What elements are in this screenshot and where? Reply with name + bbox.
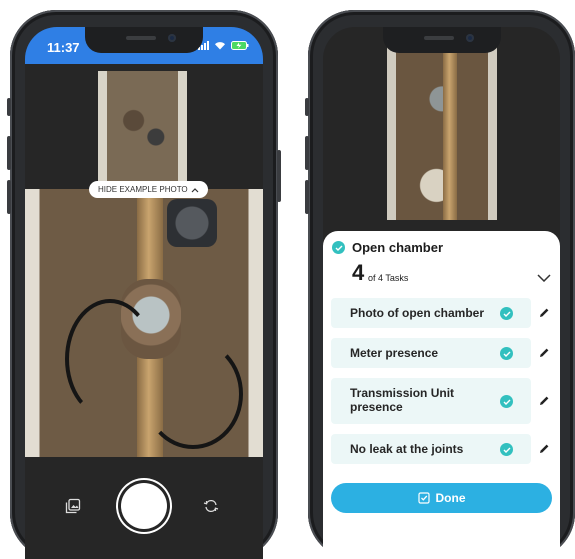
- hide-example-label: HIDE EXAMPLE PHOTO: [98, 185, 188, 194]
- hide-example-photo-button[interactable]: HIDE EXAMPLE PHOTO: [89, 181, 208, 198]
- status-time: 11:37: [47, 40, 80, 55]
- checklist-screen: Open chamber 4 of 4 Tasks Photo of open …: [323, 27, 560, 559]
- task-item-transmission-unit[interactable]: Transmission Unit presence: [331, 378, 531, 424]
- volume-up-button: [7, 136, 11, 170]
- edit-icon[interactable]: [538, 346, 550, 364]
- phone-checklist: Open chamber 4 of 4 Tasks Photo of open …: [305, 10, 575, 559]
- notch: [382, 27, 501, 53]
- checkbox-icon: [417, 492, 430, 504]
- volume-down-button: [7, 180, 11, 214]
- chevron-down-icon[interactable]: [537, 269, 551, 287]
- task-label: Photo of open chamber: [350, 306, 485, 320]
- task-check-icon: [500, 395, 513, 408]
- gallery-icon[interactable]: [65, 498, 81, 519]
- task-label: Transmission Unit presence: [350, 386, 455, 414]
- task-label: Meter presence: [350, 346, 439, 360]
- wifi-icon: [214, 41, 226, 50]
- tasks-count: 4: [352, 260, 365, 285]
- chevron-up-icon: [191, 187, 199, 192]
- mute-switch: [305, 98, 309, 116]
- done-label: Done: [435, 491, 466, 505]
- captured-photo: [387, 47, 497, 220]
- power-button: [277, 150, 281, 202]
- done-button[interactable]: Done: [331, 483, 552, 513]
- example-photo: [98, 71, 187, 181]
- edit-icon[interactable]: [538, 394, 550, 412]
- task-check-icon: [500, 307, 513, 320]
- volume-up-button: [305, 136, 309, 170]
- volume-down-button: [305, 180, 309, 214]
- edit-icon[interactable]: [538, 306, 550, 324]
- mute-switch: [7, 98, 11, 116]
- task-check-icon: [500, 347, 513, 360]
- task-check-icon: [500, 443, 513, 456]
- shutter-button[interactable]: [121, 483, 167, 529]
- battery-icon: [231, 41, 249, 50]
- section-title: Open chamber: [352, 240, 444, 255]
- task-label: No leak at the joints: [350, 442, 464, 456]
- task-sheet: Open chamber 4 of 4 Tasks Photo of open …: [323, 231, 560, 559]
- camera-screen: 11:37 HIDE EXAMPLE PHOTO: [25, 27, 263, 559]
- edit-icon[interactable]: [538, 442, 550, 460]
- task-item-photo-open-chamber[interactable]: Photo of open chamber: [331, 298, 531, 328]
- notch: [85, 27, 203, 53]
- phone-camera: 11:37 HIDE EXAMPLE PHOTO: [7, 10, 281, 559]
- camera-viewfinder: [25, 189, 263, 457]
- flip-camera-icon[interactable]: [203, 498, 219, 519]
- task-item-no-leak[interactable]: No leak at the joints: [331, 434, 531, 464]
- task-item-meter-presence[interactable]: Meter presence: [331, 338, 531, 368]
- tasks-total-label: of 4 Tasks: [368, 273, 409, 283]
- section-check-icon: [332, 241, 345, 254]
